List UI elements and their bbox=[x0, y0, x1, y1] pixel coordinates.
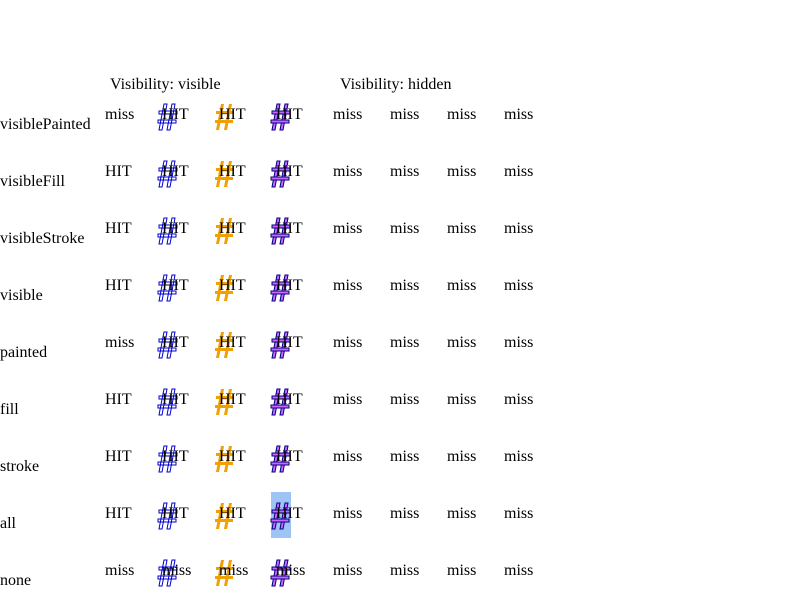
row-label: none bbox=[0, 572, 32, 589]
result-cell: HIT bbox=[162, 334, 189, 351]
result-cell: HIT bbox=[219, 505, 246, 522]
result-cell: HIT bbox=[219, 277, 246, 294]
result-cell: miss bbox=[390, 391, 420, 408]
row-label: visibleStroke bbox=[0, 230, 85, 247]
result-cell: HIT bbox=[219, 334, 246, 351]
result-cell: miss bbox=[390, 505, 420, 522]
result-cell: HIT bbox=[105, 448, 132, 465]
result-cell: HIT bbox=[162, 277, 189, 294]
result-cell: HIT bbox=[276, 334, 303, 351]
result-cell: HIT bbox=[105, 163, 132, 180]
result-cell: HIT bbox=[219, 220, 246, 237]
result-cell: HIT bbox=[105, 391, 132, 408]
result-cell: miss bbox=[447, 220, 477, 237]
result-cell: HIT bbox=[276, 277, 303, 294]
result-cell: miss bbox=[390, 277, 420, 294]
result-cell: miss bbox=[390, 562, 420, 579]
result-cell: HIT bbox=[162, 391, 189, 408]
result-cell: HIT bbox=[219, 163, 246, 180]
result-cell: HIT bbox=[162, 220, 189, 237]
result-cell: miss bbox=[447, 106, 477, 123]
result-cell: miss bbox=[333, 277, 363, 294]
result-cell: HIT bbox=[162, 448, 189, 465]
result-cell: miss bbox=[105, 106, 135, 123]
row-label: visibleFill bbox=[0, 173, 65, 190]
result-cell: miss bbox=[276, 562, 306, 579]
result-cell: miss bbox=[447, 334, 477, 351]
result-cell: HIT bbox=[219, 448, 246, 465]
result-cell: HIT bbox=[105, 277, 132, 294]
row-label: visiblePainted bbox=[0, 116, 91, 133]
result-cell: HIT bbox=[219, 106, 246, 123]
result-cell: HIT bbox=[105, 505, 132, 522]
result-cell: HIT bbox=[162, 163, 189, 180]
row-label: fill bbox=[0, 401, 19, 418]
result-cell: HIT bbox=[276, 220, 303, 237]
result-cell: miss bbox=[504, 277, 534, 294]
result-cell: miss bbox=[333, 391, 363, 408]
row-label: painted bbox=[0, 344, 48, 361]
result-cell: miss bbox=[390, 220, 420, 237]
result-cell: miss bbox=[219, 562, 249, 579]
result-cell: miss bbox=[447, 505, 477, 522]
result-cell: miss bbox=[504, 163, 534, 180]
result-cell: HIT bbox=[219, 391, 246, 408]
result-cell: miss bbox=[447, 277, 477, 294]
result-cell: miss bbox=[447, 391, 477, 408]
row-label: all bbox=[0, 515, 16, 532]
result-cell: miss bbox=[447, 163, 477, 180]
result-cell: miss bbox=[333, 106, 363, 123]
result-cell: miss bbox=[333, 562, 363, 579]
result-cell: miss bbox=[333, 334, 363, 351]
result-cell: miss bbox=[504, 505, 534, 522]
result-cell: miss bbox=[390, 106, 420, 123]
result-cell: miss bbox=[333, 448, 363, 465]
result-cell: miss bbox=[504, 334, 534, 351]
result-cell: HIT bbox=[105, 220, 132, 237]
result-cell: HIT bbox=[276, 106, 303, 123]
row-label: visible bbox=[0, 287, 43, 304]
result-cell: miss bbox=[333, 163, 363, 180]
result-cell: HIT bbox=[276, 448, 303, 465]
heading-visible: Visibility: visible bbox=[110, 76, 221, 93]
result-cell: HIT bbox=[276, 505, 303, 522]
result-cell: miss bbox=[447, 562, 477, 579]
result-cell: miss bbox=[504, 448, 534, 465]
result-cell: miss bbox=[162, 562, 192, 579]
result-cell: miss bbox=[390, 448, 420, 465]
result-cell: miss bbox=[504, 220, 534, 237]
result-cell: miss bbox=[390, 163, 420, 180]
result-cell: HIT bbox=[162, 106, 189, 123]
result-cell: miss bbox=[390, 334, 420, 351]
row-label: stroke bbox=[0, 458, 40, 475]
result-cell: HIT bbox=[276, 163, 303, 180]
result-cell: miss bbox=[447, 448, 477, 465]
result-cell: miss bbox=[504, 106, 534, 123]
result-cell: miss bbox=[105, 334, 135, 351]
result-cell: miss bbox=[333, 220, 363, 237]
result-cell: miss bbox=[333, 505, 363, 522]
result-cell: miss bbox=[105, 562, 135, 579]
result-cell: miss bbox=[504, 391, 534, 408]
result-cell: miss bbox=[504, 562, 534, 579]
result-cell: HIT bbox=[162, 505, 189, 522]
result-cell: HIT bbox=[276, 391, 303, 408]
heading-hidden: Visibility: hidden bbox=[340, 76, 452, 93]
